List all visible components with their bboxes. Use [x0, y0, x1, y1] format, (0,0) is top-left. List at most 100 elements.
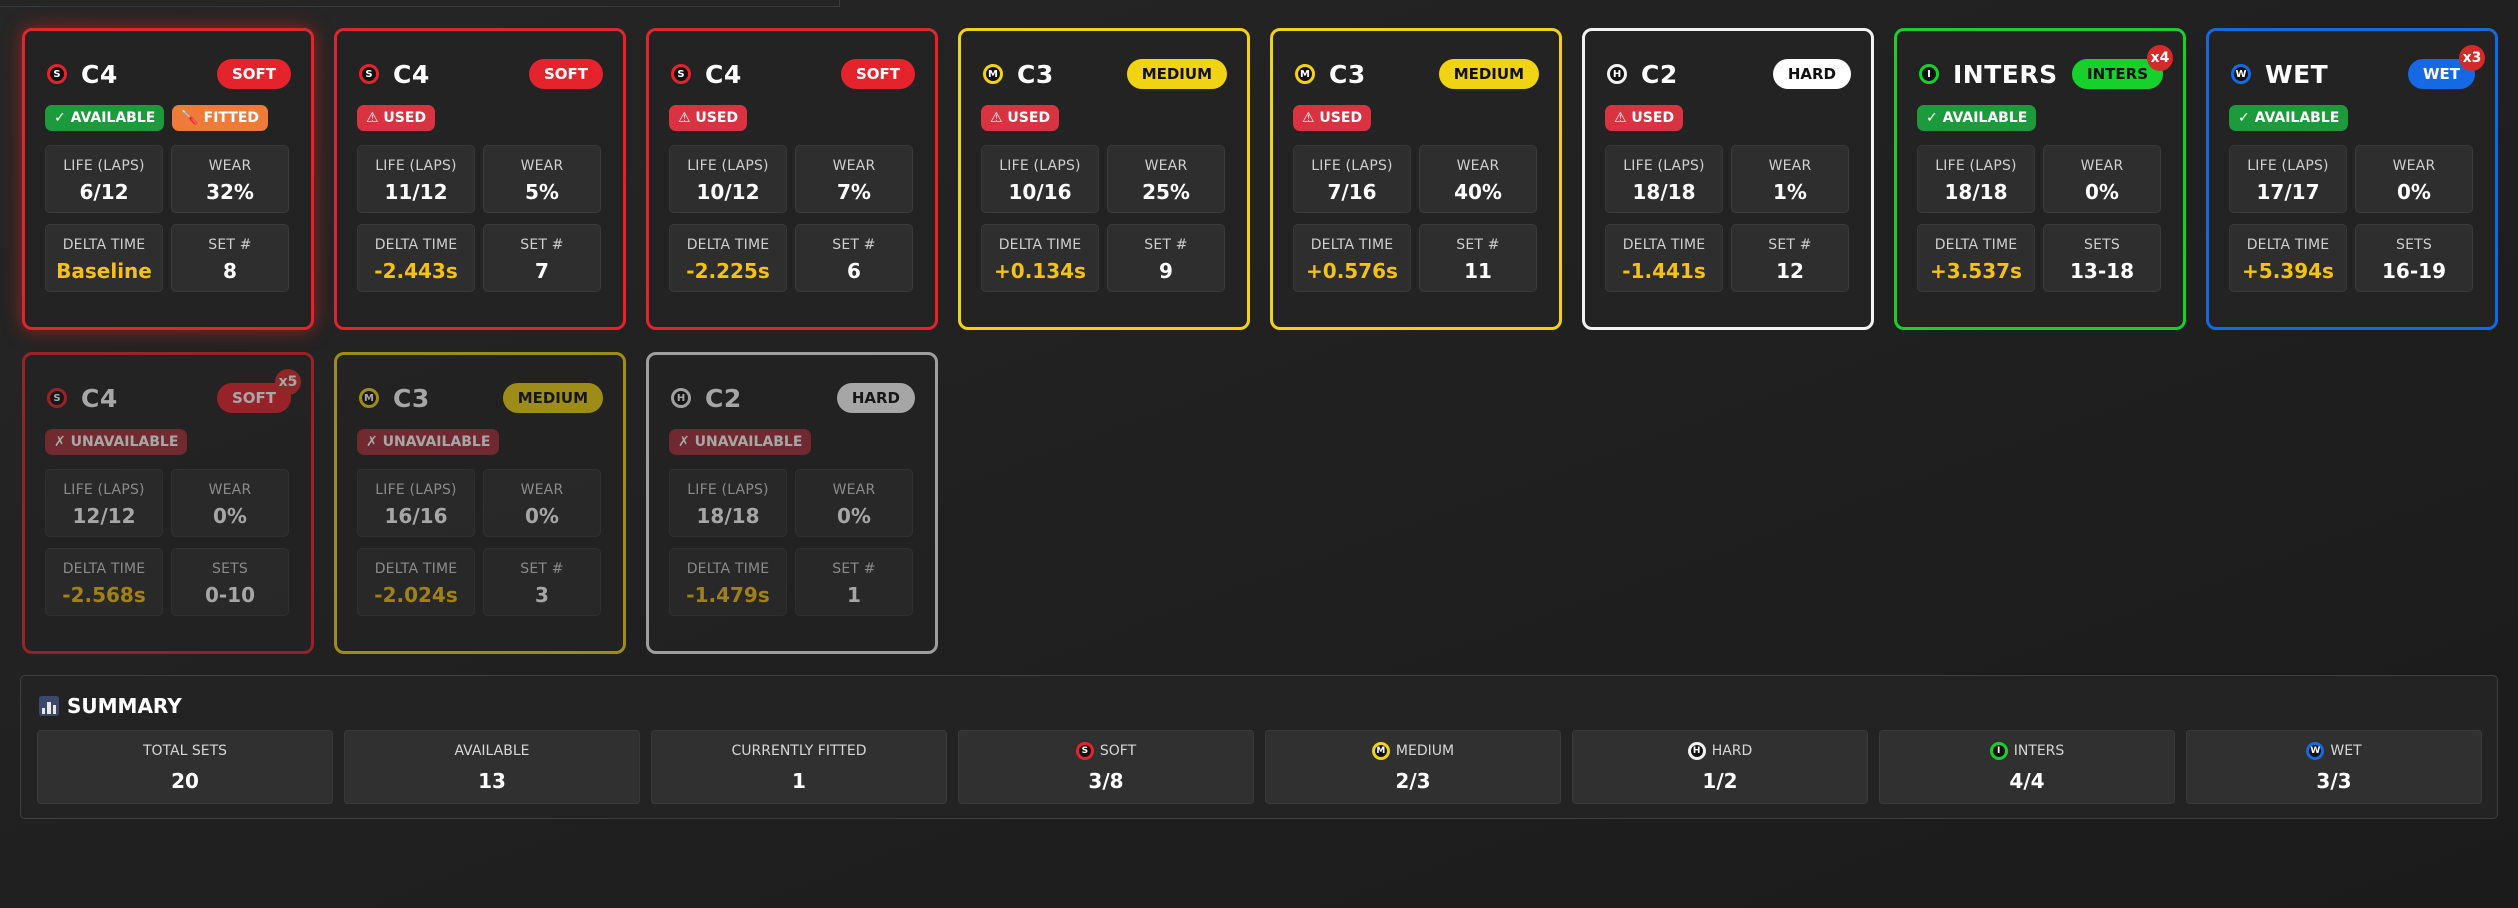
set-count-badge: x4 [2147, 45, 2173, 71]
stat-label: SET # [832, 561, 876, 577]
compound-medium-icon: M [1295, 64, 1315, 84]
compound-hard-icon: H [671, 388, 691, 408]
summary-wet: W WET 3/3 [2186, 730, 2482, 804]
tyre-card[interactable]: W WET WET x3 ✓ AVAILABLE LIFE (LAPS) 17/1… [2206, 28, 2498, 330]
compound-hard-icon: H [1607, 64, 1627, 84]
stat-set: SET # 12 [1731, 224, 1849, 292]
stat-life: LIFE (LAPS) 18/18 [669, 469, 787, 537]
stat-value: 12 [1776, 259, 1804, 283]
summary-label: CURRENTLY FITTED [731, 743, 867, 759]
stat-value: 6 [847, 259, 861, 283]
tyre-card[interactable]: S C4 SOFT x5 ✗ UNAVAILABLE LIFE (LAPS) 12… [22, 352, 314, 654]
tyre-card[interactable]: M C3 MEDIUM ✗ UNAVAILABLE LIFE (LAPS) 16/… [334, 352, 626, 654]
summary-inters: I INTERS 4/4 [1879, 730, 2175, 804]
compound-badge: SOFT [528, 59, 603, 89]
status-tag-used: ⚠ USED [1293, 105, 1372, 131]
stat-value: +3.537s [1930, 259, 2022, 283]
summary-hard: H HARD 1/2 [1572, 730, 1868, 804]
stat-label: WEAR [832, 158, 876, 174]
compound-badge: MEDIUM [1438, 59, 1539, 89]
compound-name: WET [2265, 59, 2329, 89]
bar-chart-icon [39, 696, 59, 716]
compound-name: C4 [81, 59, 118, 89]
summary-value: 3/3 [2316, 769, 2352, 793]
stat-label: LIFE (LAPS) [1935, 158, 2017, 174]
tyre-card[interactable]: M C3 MEDIUM ⚠ USED LIFE (LAPS) 10/16 WEAR… [958, 28, 1250, 330]
status-tags: ⚠ USED [1293, 105, 1372, 131]
stat-label: DELTA TIME [374, 237, 458, 253]
stat-set: SET # 6 [795, 224, 913, 292]
compound-soft-icon: S [359, 64, 379, 84]
stat-value: 11 [1464, 259, 1492, 283]
stat-life: LIFE (LAPS) 7/16 [1293, 145, 1411, 213]
tyre-card-grid: S C4 SOFT ✓ AVAILABLE 🪛 FITTED LIFE (LAP… [0, 0, 2518, 660]
stat-label: LIFE (LAPS) [63, 158, 145, 174]
status-tag-fitted: 🪛 FITTED [172, 105, 269, 131]
stat-value: 18/18 [1632, 180, 1696, 204]
stat-wear: WEAR 0% [483, 469, 601, 537]
tyre-card[interactable]: M C3 MEDIUM ⚠ USED LIFE (LAPS) 7/16 WEAR 4… [1270, 28, 1562, 330]
stat-wear: WEAR 25% [1107, 145, 1225, 213]
stat-wear: WEAR 0% [2043, 145, 2161, 213]
card-header: M C3 MEDIUM [359, 380, 603, 416]
compound-badge: MEDIUM [1126, 59, 1227, 89]
status-tags: ⚠ USED [981, 105, 1060, 131]
stat-label: LIFE (LAPS) [375, 482, 457, 498]
stat-life: LIFE (LAPS) 11/12 [357, 145, 475, 213]
summary-available: AVAILABLE 13 [344, 730, 640, 804]
stat-delta-time: DELTA TIME -2.225s [669, 224, 787, 292]
tyre-card[interactable]: S C4 SOFT ✓ AVAILABLE 🪛 FITTED LIFE (LAP… [22, 28, 314, 330]
status-tag-unavailable: ✗ UNAVAILABLE [357, 429, 500, 455]
stat-life: LIFE (LAPS) 10/16 [981, 145, 1099, 213]
summary-total-sets: TOTAL SETS 20 [37, 730, 333, 804]
status-tag-unavailable: ✗ UNAVAILABLE [45, 429, 188, 455]
stat-label: SET # [1144, 237, 1188, 253]
set-count-badge: x5 [275, 369, 301, 395]
tyre-card[interactable]: S C4 SOFT ⚠ USED LIFE (LAPS) 11/12 WEAR 5%… [334, 28, 626, 330]
stat-label: DELTA TIME [1622, 237, 1706, 253]
status-tag-used: ⚠ USED [357, 105, 436, 131]
stat-label: SET # [520, 561, 564, 577]
summary-label: M MEDIUM [1266, 741, 1560, 761]
stat-delta-time: DELTA TIME -1.479s [669, 548, 787, 616]
stat-life: LIFE (LAPS) 6/12 [45, 145, 163, 213]
stat-label: DELTA TIME [62, 237, 146, 253]
summary-value: 20 [171, 769, 199, 793]
stat-wear: WEAR 40% [1419, 145, 1537, 213]
stat-life: LIFE (LAPS) 18/18 [1917, 145, 2035, 213]
summary-medium: M MEDIUM 2/3 [1265, 730, 1561, 804]
tyre-card[interactable]: H C2 HARD ⚠ USED LIFE (LAPS) 18/18 WEAR 1%… [1582, 28, 1874, 330]
stat-label: DELTA TIME [374, 561, 458, 577]
compound-soft-icon: S [47, 64, 67, 84]
card-header: M C3 MEDIUM [1295, 56, 1539, 92]
stat-delta-time: DELTA TIME -2.568s [45, 548, 163, 616]
stat-value: 0-10 [204, 583, 256, 607]
tyre-card[interactable]: S C4 SOFT ⚠ USED LIFE (LAPS) 10/12 WEAR 7%… [646, 28, 938, 330]
status-tag-available: ✓ AVAILABLE [1917, 105, 2037, 131]
stat-label: WEAR [1768, 158, 1812, 174]
summary-label-text: MEDIUM [1395, 743, 1455, 759]
status-tags: ✗ UNAVAILABLE [669, 429, 812, 455]
summary-currently-fitted: CURRENTLY FITTED 1 [651, 730, 947, 804]
status-tag-used: ⚠ USED [1605, 105, 1684, 131]
stat-label: LIFE (LAPS) [999, 158, 1081, 174]
stat-value: 7 [535, 259, 549, 283]
tyre-card[interactable]: I INTERS INTERS x4 ✓ AVAILABLE LIFE (LAP… [1894, 28, 2186, 330]
stat-label: WEAR [2080, 158, 2124, 174]
stat-value: -2.443s [374, 259, 458, 283]
status-tag-unavailable: ✗ UNAVAILABLE [669, 429, 812, 455]
stat-value: -2.225s [686, 259, 770, 283]
card-header: S C4 SOFT [359, 56, 603, 92]
stat-value: 0% [2397, 180, 2431, 204]
compound-badge: SOFT [840, 59, 915, 89]
compound-medium-icon: M [359, 388, 379, 408]
stat-delta-time: DELTA TIME Baseline [45, 224, 163, 292]
stat-sets: SETS 13-18 [2043, 224, 2161, 292]
set-count-badge: x3 [2459, 45, 2485, 71]
stat-value: 11/12 [384, 180, 448, 204]
tyre-card[interactable]: H C2 HARD ✗ UNAVAILABLE LIFE (LAPS) 18/18… [646, 352, 938, 654]
status-tag-used: ⚠ USED [669, 105, 748, 131]
stat-label: DELTA TIME [1934, 237, 2018, 253]
stat-value: +0.134s [994, 259, 1086, 283]
stat-set: SET # 9 [1107, 224, 1225, 292]
